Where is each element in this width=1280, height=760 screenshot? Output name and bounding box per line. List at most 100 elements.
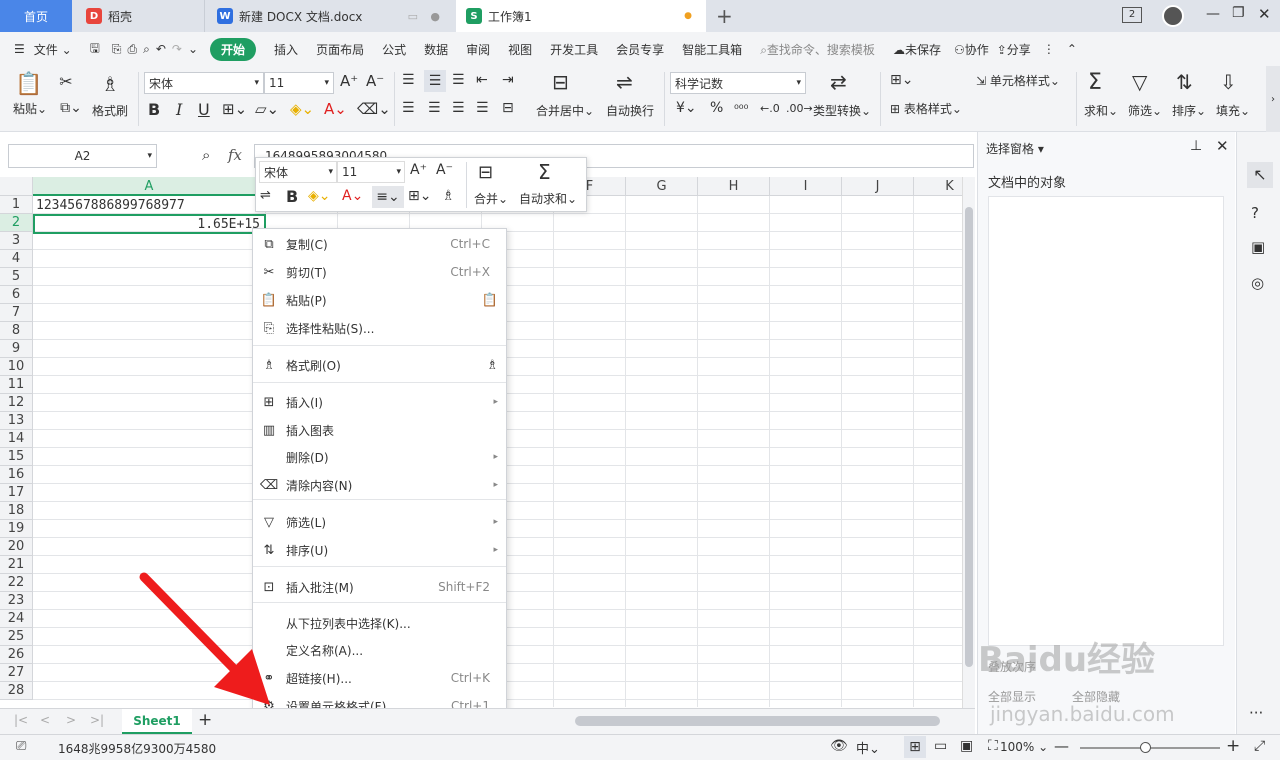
menu-member[interactable]: 会员专享 bbox=[616, 41, 664, 58]
macro-record-icon[interactable]: ⎚ bbox=[16, 739, 26, 754]
menu-formula[interactable]: 公式 bbox=[382, 41, 406, 58]
mini-font-select[interactable]: 宋体 ▾ bbox=[259, 161, 337, 183]
row-header-19[interactable]: 19 bbox=[0, 520, 33, 538]
ribbon-scroll-right[interactable]: › bbox=[1266, 66, 1280, 132]
row-header-26[interactable]: 26 bbox=[0, 646, 33, 664]
paste-icon[interactable]: 📋 bbox=[14, 70, 44, 98]
tab-docx[interactable]: W 新建 DOCX 文档.docx ▭ ● bbox=[204, 0, 454, 32]
align-left-icon[interactable]: ☰ bbox=[402, 100, 415, 116]
context-item-2[interactable]: 📋 粘贴(P) 📋 bbox=[253, 287, 506, 313]
mini-font-shrink-icon[interactable]: A⁻ bbox=[436, 162, 453, 178]
paste-options-icon[interactable]: 📋 bbox=[482, 293, 498, 308]
tab-docx-close-icon[interactable]: ● bbox=[430, 10, 440, 23]
menu-developer[interactable]: 开发工具 bbox=[550, 41, 598, 58]
quick-access-more-icon[interactable]: ⌄ bbox=[188, 42, 198, 56]
column-header-h[interactable]: H bbox=[698, 177, 770, 196]
align-bottom-icon[interactable]: ☰ bbox=[452, 72, 465, 88]
fill-color-icon[interactable]: ◈⌄ bbox=[290, 100, 314, 118]
type-convert-button[interactable]: 类型转换 ⌄ bbox=[812, 102, 872, 119]
menu-page-layout[interactable]: 页面布局 bbox=[316, 41, 364, 58]
redo-icon[interactable]: ↷ bbox=[172, 42, 182, 56]
new-tab-button[interactable]: + bbox=[716, 4, 733, 28]
unsaved-button[interactable]: ☁未保存 bbox=[893, 41, 941, 58]
italic-button[interactable]: I bbox=[176, 100, 182, 119]
sort-button[interactable]: 排序 ⌄ bbox=[1172, 102, 1206, 119]
undo-icon[interactable]: ↶ bbox=[156, 42, 166, 56]
row-header-24[interactable]: 24 bbox=[0, 610, 33, 628]
filter-icon[interactable]: ▽ bbox=[1132, 70, 1147, 94]
row-header-13[interactable]: 13 bbox=[0, 412, 33, 430]
row-header-7[interactable]: 7 bbox=[0, 304, 33, 322]
window-count-badge[interactable]: 2 bbox=[1122, 7, 1142, 23]
mini-autosum-button[interactable]: 自动求和 ⌄ bbox=[519, 190, 577, 207]
context-item-11[interactable]: ⊡ 插入批注(M) Shift+F2 bbox=[253, 574, 506, 600]
align-right-icon[interactable]: ☰ bbox=[452, 100, 465, 116]
sort-icon[interactable]: ⇅ bbox=[1176, 70, 1193, 94]
align-top-icon[interactable]: ☰ bbox=[402, 72, 415, 88]
collab-button[interactable]: ⚇协作 bbox=[954, 41, 989, 58]
wrap-text-icon[interactable]: ⇌ bbox=[616, 70, 633, 94]
sum-button[interactable]: 求和 ⌄ bbox=[1084, 102, 1118, 119]
help-icon[interactable]: ? bbox=[1251, 204, 1259, 222]
row-header-14[interactable]: 14 bbox=[0, 430, 33, 448]
row-header-28[interactable]: 28 bbox=[0, 682, 33, 700]
menu-start[interactable]: 开始 bbox=[210, 37, 257, 61]
restore-icon[interactable]: ❐ bbox=[1232, 5, 1245, 21]
menu-view[interactable]: 视图 bbox=[508, 41, 532, 58]
selection-pane-title[interactable]: 选择窗格 ▾ bbox=[986, 140, 1044, 157]
percent-button[interactable]: % bbox=[710, 100, 723, 116]
image-tools-icon[interactable]: ▣ bbox=[1251, 238, 1265, 256]
context-item-6[interactable]: ▥ 插入图表 bbox=[253, 417, 506, 443]
font-color-icon[interactable]: A⌄ bbox=[324, 100, 347, 118]
first-sheet-icon[interactable]: |< bbox=[14, 713, 28, 727]
mini-merge-button[interactable]: 合并 ⌄ bbox=[474, 190, 508, 207]
align-middle-icon[interactable]: ☰ bbox=[424, 70, 446, 92]
type-convert-icon[interactable]: ⇄ bbox=[830, 70, 847, 94]
mini-size-select[interactable]: 11 ▾ bbox=[337, 161, 405, 183]
avatar[interactable] bbox=[1162, 5, 1184, 27]
thousands-icon[interactable]: ⁰⁰⁰ bbox=[734, 102, 748, 116]
menu-smart-tools[interactable]: 智能工具箱 bbox=[682, 41, 742, 58]
pin-icon[interactable]: ⊥ bbox=[1190, 138, 1202, 154]
menu-file[interactable]: 文件 ⌄ bbox=[34, 41, 72, 58]
indent-increase-icon[interactable]: ⇥ bbox=[502, 72, 514, 88]
underline-button[interactable]: U bbox=[198, 100, 210, 119]
border-icon[interactable]: ⊞⌄ bbox=[222, 100, 247, 118]
row-header-9[interactable]: 9 bbox=[0, 340, 33, 358]
decimal-decrease-icon[interactable]: .00→ bbox=[786, 102, 813, 115]
more-horizontal-icon[interactable]: ··· bbox=[1249, 704, 1263, 722]
more-vertical-icon[interactable]: ⋮ bbox=[1043, 42, 1055, 56]
justify-icon[interactable]: ☰ bbox=[476, 100, 489, 116]
export-icon[interactable]: ⎘ bbox=[112, 42, 122, 57]
eraser-icon[interactable]: ⌫⌄ bbox=[357, 100, 391, 118]
row-header-10[interactable]: 10 bbox=[0, 358, 33, 376]
mini-border-icon[interactable]: ⊞⌄ bbox=[408, 188, 431, 204]
align-center-icon[interactable]: ☰ bbox=[428, 100, 441, 116]
row-header-2[interactable]: 2 bbox=[0, 214, 33, 232]
minimize-icon[interactable]: — bbox=[1206, 6, 1220, 22]
merge-center-button[interactable]: 合并居中 ⌄ bbox=[534, 102, 596, 119]
context-item-1[interactable]: ✂ 剪切(T) Ctrl+X bbox=[253, 259, 506, 285]
reading-mode-icon[interactable]: ⛶ bbox=[988, 738, 998, 754]
row-header-6[interactable]: 6 bbox=[0, 286, 33, 304]
menu-insert[interactable]: 插入 bbox=[274, 41, 298, 58]
mini-autosum-icon[interactable]: Σ bbox=[538, 160, 551, 184]
context-item-3[interactable]: ⎘ 选择性粘贴(S)... bbox=[253, 315, 506, 341]
font-shrink-icon[interactable]: A⁻ bbox=[366, 72, 384, 90]
copy-icon[interactable]: ⧉⌄ bbox=[56, 100, 86, 116]
row-header-3[interactable]: 3 bbox=[0, 232, 33, 250]
row-header-5[interactable]: 5 bbox=[0, 268, 33, 286]
context-item-4[interactable]: ♗ 格式刷(O) ♗ bbox=[253, 352, 506, 378]
page-break-view-icon[interactable]: ▣ bbox=[960, 738, 973, 754]
column-header-g[interactable]: G bbox=[626, 177, 698, 196]
print-preview-icon[interactable]: ⌕ bbox=[143, 42, 150, 57]
print-icon[interactable]: ⎙ bbox=[128, 42, 138, 57]
wrap-text-button[interactable]: 自动换行 bbox=[602, 102, 658, 119]
cell-style-button[interactable]: ⇲ 单元格样式 ⌄ bbox=[976, 72, 1060, 89]
format-painter-icon[interactable]: ♗ bbox=[98, 70, 122, 98]
column-header-a[interactable]: A bbox=[33, 177, 266, 196]
row-header-25[interactable]: 25 bbox=[0, 628, 33, 646]
indent-decrease-icon[interactable]: ⇤ bbox=[476, 72, 488, 88]
row-header-11[interactable]: 11 bbox=[0, 376, 33, 394]
add-sheet-icon[interactable]: + bbox=[198, 710, 212, 730]
